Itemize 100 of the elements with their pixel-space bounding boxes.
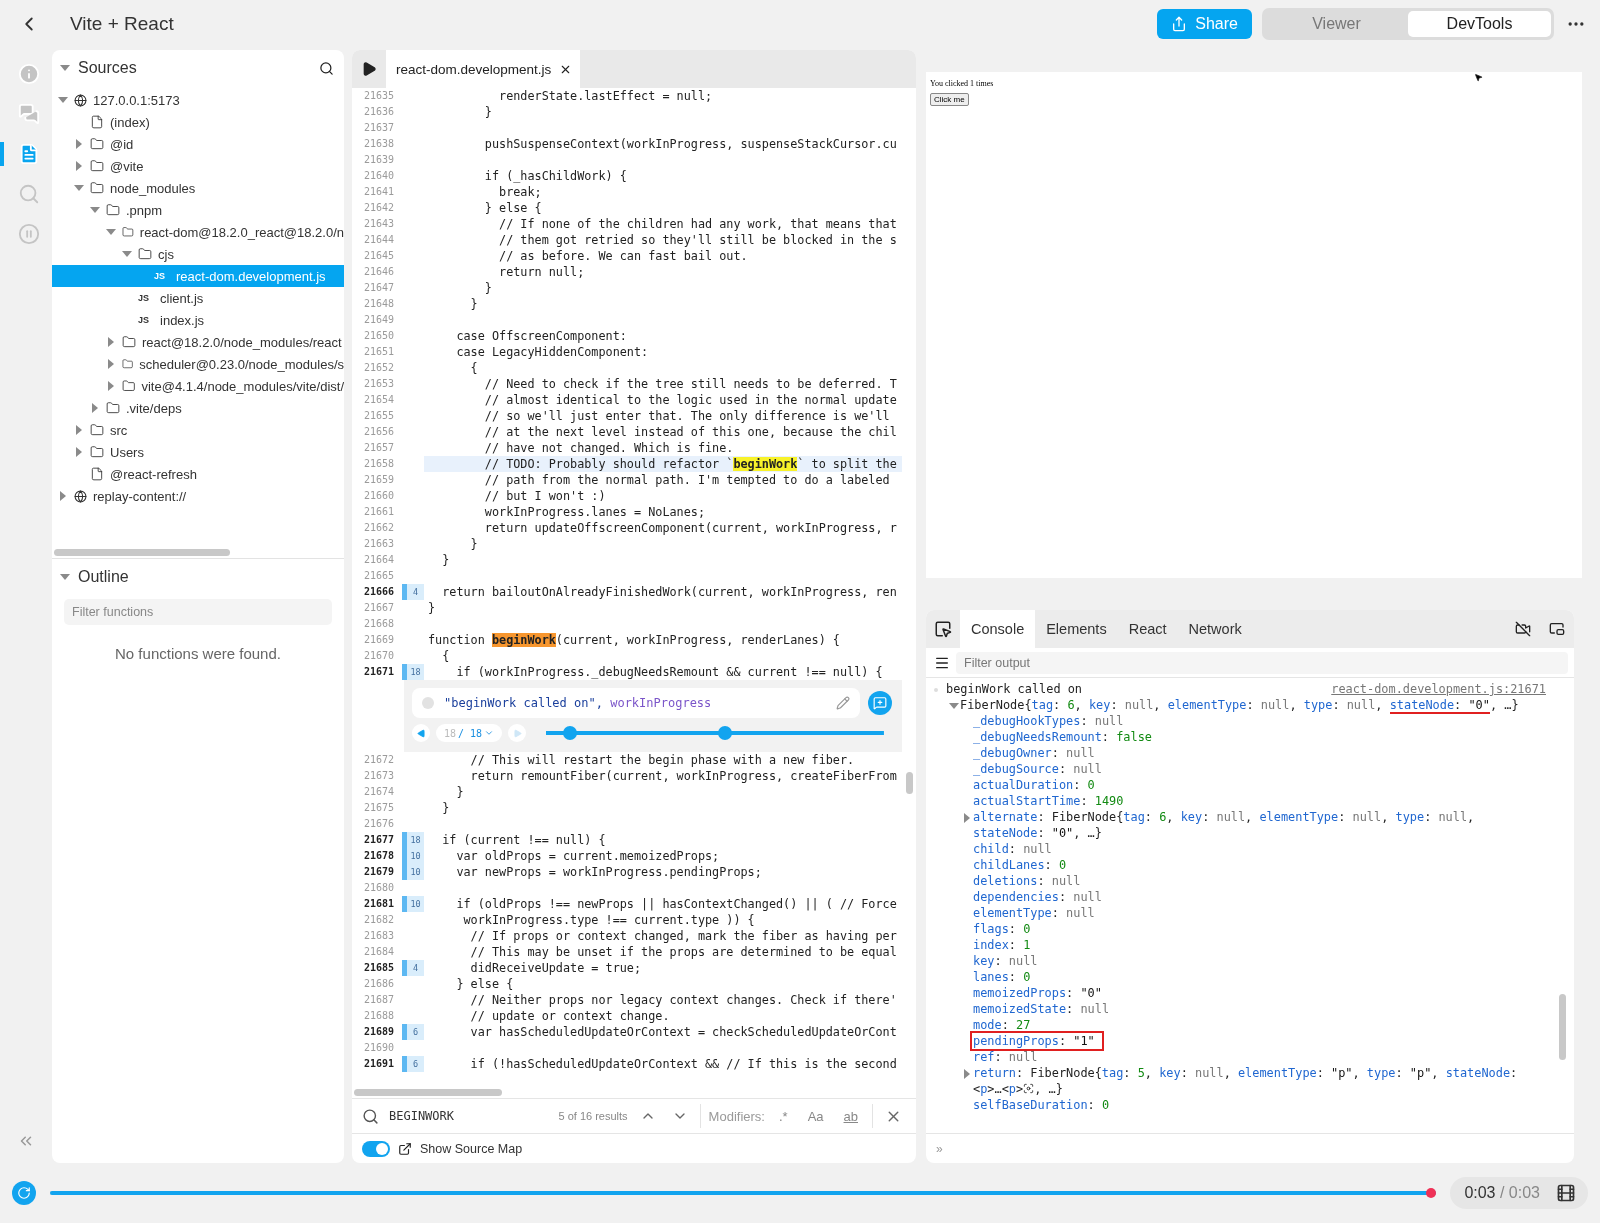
result-count: 5 of 16 results	[558, 1110, 628, 1122]
line-number: 21691	[362, 1057, 395, 1071]
caret-icon[interactable]	[76, 161, 82, 171]
tree-item[interactable]: .vite/deps	[52, 397, 344, 419]
filter-field[interactable]: Filter functions	[64, 599, 332, 625]
code-line: // at the next level instead of this one, because the chil	[483, 424, 898, 440]
caret-icon[interactable]	[60, 65, 70, 71]
tree-item[interactable]: scheduler@0.23.0/node_modules/s	[52, 353, 344, 375]
caret-icon[interactable]	[108, 337, 114, 347]
hit-count[interactable]: 10	[402, 864, 424, 880]
console-property: return: FiberNode{tag: 5, key: null, elementType: "p", type: "p", stateNode: <p>…<p> , …}	[973, 1065, 1519, 1098]
play-icon[interactable]	[361, 61, 377, 77]
console-property: index: 1	[973, 937, 1032, 954]
toggle-switch[interactable]	[362, 1140, 390, 1157]
console-property: childLanes: 0	[973, 857, 1068, 874]
tree-item[interactable]: react@18.2.0/node_modules/react	[52, 331, 344, 353]
modifier-button[interactable]: Aa	[801, 1108, 830, 1124]
console-property: pendingProps: "1"	[973, 1033, 1546, 1050]
tree-item[interactable]: Users	[52, 441, 344, 463]
tree-item[interactable]: vite@4.1.4/node_modules/vite/dist/	[52, 375, 344, 397]
search-field[interactable]: BEGINWORK	[387, 1108, 551, 1124]
caret-icon[interactable]	[60, 574, 70, 580]
caret-icon[interactable]	[74, 185, 84, 191]
tree-item[interactable]: @react-refresh	[52, 463, 344, 485]
hit-count[interactable]: 6	[402, 1024, 424, 1040]
hit-count[interactable]: 6	[402, 1056, 424, 1072]
console-property: dependencies: null	[973, 889, 1103, 906]
pencil-icon[interactable]	[836, 696, 850, 710]
share-icon	[1171, 16, 1188, 32]
filter-field[interactable]: Filter output	[956, 651, 1568, 674]
caret-icon[interactable]	[90, 207, 100, 213]
tree-item[interactable]: @id	[52, 133, 344, 155]
code-line: workInProgress.type !== current.type )) {	[462, 912, 756, 928]
previous-button[interactable]	[412, 724, 430, 742]
logpoint-field[interactable]: "beginWork called on", workInProgress	[412, 688, 860, 718]
line-number: 21672	[362, 753, 395, 767]
scrollbar-thumb[interactable]	[906, 772, 913, 794]
folder-icon	[122, 379, 136, 393]
section-title: Outline	[78, 568, 130, 586]
search-icon[interactable]	[319, 60, 334, 76]
tree-item[interactable]: @vite	[52, 155, 344, 177]
tree-item[interactable]: JS client.js	[52, 287, 344, 309]
inspect-icon[interactable]	[934, 620, 952, 638]
film-icon[interactable]	[1556, 1183, 1576, 1203]
line-number: 21656	[362, 425, 395, 439]
modifier-button[interactable]: ab	[837, 1108, 864, 1124]
scrollbar-thumb[interactable]	[54, 548, 230, 556]
hit-count[interactable]: 10	[402, 896, 424, 912]
file-tab[interactable]: react-dom.development.js	[386, 50, 581, 88]
tree-item[interactable]: JS index.js	[52, 309, 344, 331]
caret-icon[interactable]	[963, 1068, 970, 1079]
add-comment-button[interactable]	[868, 691, 892, 715]
video-off-icon[interactable]	[1515, 621, 1531, 637]
time-display: 0:03 / 0:03	[1450, 1177, 1588, 1209]
tree-item[interactable]: .pnpm	[52, 199, 344, 221]
tree-item[interactable]: src	[52, 419, 344, 441]
click-button[interactable]: Click me	[930, 93, 969, 106]
scrollbar-thumb[interactable]	[1559, 994, 1566, 1060]
tree-item[interactable]: replay-content://	[52, 485, 344, 507]
caret-icon[interactable]	[58, 97, 68, 103]
tree-item[interactable]: cjs	[52, 243, 344, 265]
hit-count[interactable]: 18	[402, 664, 424, 680]
playhead-handle[interactable]	[1426, 1188, 1437, 1198]
scrollbar-thumb[interactable]	[354, 1088, 502, 1096]
caret-icon[interactable]	[60, 491, 66, 501]
caret-icon[interactable]	[76, 447, 82, 457]
console-tab[interactable]: Elements	[1035, 610, 1118, 648]
caret-icon[interactable]	[106, 229, 116, 235]
hit-counter[interactable]: 18 / 18	[436, 724, 503, 742]
caret-icon[interactable]	[76, 425, 82, 435]
refresh-button[interactable]	[12, 1181, 36, 1205]
hit-count[interactable]: 10	[402, 848, 424, 864]
focus-icon[interactable]	[1023, 1082, 1035, 1094]
tree-item[interactable]: react-dom@18.2.0_react@18.2.0/n	[52, 221, 344, 243]
code-line: // This will restart the begin phase with a new fiber.	[469, 752, 856, 768]
source-link[interactable]: react-dom.development.js:21671	[1331, 682, 1546, 698]
caret-icon[interactable]	[92, 403, 98, 413]
tree-item[interactable]: 127.0.0.1:5173	[52, 89, 344, 111]
caret-icon[interactable]	[963, 812, 970, 823]
console-tab[interactable]: React	[1117, 610, 1178, 648]
hit-count[interactable]: 4	[402, 960, 424, 976]
code-line: // update or context change.	[469, 1008, 671, 1024]
tree-item[interactable]: node_modules	[52, 177, 344, 199]
console-tab[interactable]: Console	[960, 610, 1036, 648]
caret-icon[interactable]	[108, 359, 114, 369]
mode-tab[interactable]: DevTools	[1408, 11, 1551, 37]
caret-icon[interactable]	[108, 381, 114, 391]
hit-count[interactable]: 18	[402, 832, 424, 848]
caret-icon[interactable]	[76, 139, 82, 149]
picture-in-picture-icon[interactable]	[1549, 621, 1565, 637]
page-title: Vite + React	[70, 13, 175, 35]
hit-count[interactable]: 4	[402, 584, 424, 600]
code-line: }	[483, 280, 493, 296]
tree-item[interactable]: (index)	[52, 111, 344, 133]
line-number: 21650	[362, 329, 395, 343]
console-tab[interactable]: Network	[1177, 610, 1253, 648]
caret-icon[interactable]	[948, 702, 959, 709]
modifier-button[interactable]: .*	[772, 1108, 794, 1124]
caret-icon[interactable]	[122, 251, 132, 257]
line-number: 21638	[362, 137, 395, 151]
